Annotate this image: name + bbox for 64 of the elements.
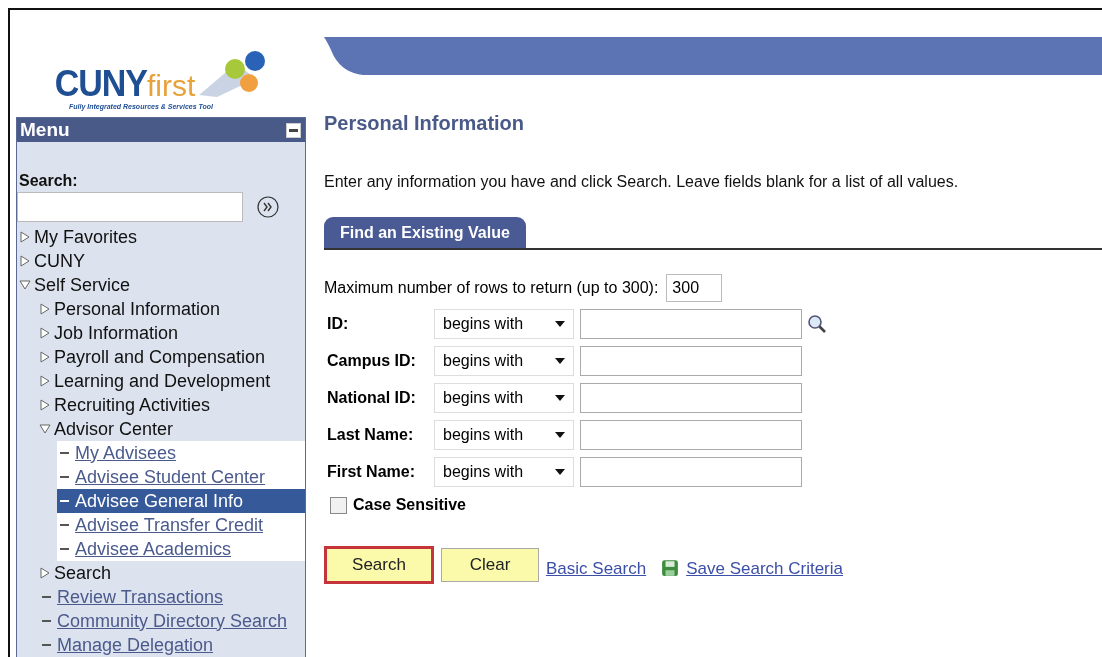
go-icon[interactable] [257, 196, 279, 218]
search-icon[interactable] [807, 314, 827, 334]
menu-folder[interactable]: Payroll and Compensation [54, 346, 266, 368]
collapsed-triangle-icon[interactable] [19, 255, 31, 267]
search-field[interactable] [17, 192, 243, 222]
caret-icon [555, 395, 565, 401]
link[interactable]: Save Search Criteria [686, 559, 843, 579]
search-label: Search: [18, 172, 79, 190]
caret-icon [555, 469, 565, 475]
collapse-icon[interactable] [286, 122, 301, 138]
field-label: Campus ID: [326, 352, 417, 370]
operator-dropdown[interactable]: begins with [434, 346, 574, 376]
caret-icon [555, 358, 565, 364]
menu-folder[interactable]: Search [54, 562, 112, 584]
menu-link[interactable]: Review Transactions [39, 586, 224, 608]
input-field[interactable] [580, 346, 802, 376]
field-label: National ID: [326, 389, 417, 407]
highlighted-button[interactable]: Search [324, 546, 434, 584]
menu-folder[interactable]: Job Information [54, 322, 179, 344]
collapsed-triangle-icon[interactable] [39, 375, 51, 387]
operator-dropdown[interactable]: begins with [434, 457, 574, 487]
field-label: First Name: [326, 463, 417, 481]
link[interactable]: Basic Search [546, 559, 647, 579]
menu-title: Menu [20, 119, 70, 141]
checkbox[interactable] [330, 496, 347, 514]
caret-icon [555, 321, 565, 327]
caret-icon [555, 432, 565, 438]
input-field[interactable] [580, 457, 802, 487]
menu-folder[interactable]: Recruiting Activities [54, 394, 211, 416]
collapsed-triangle-icon[interactable] [39, 303, 51, 315]
menu-link[interactable]: Manage Delegation [39, 634, 214, 656]
field-label: ID: [326, 315, 350, 333]
menu-folder[interactable]: My Favorites [34, 226, 138, 248]
menu-link[interactable]: Advisee General Info [57, 489, 305, 513]
operator-dropdown[interactable]: begins with [434, 420, 574, 450]
operator-dropdown[interactable]: begins with [434, 309, 574, 339]
expanded-triangle-icon[interactable] [39, 423, 51, 435]
menu-folder[interactable]: Personal Information [54, 298, 221, 320]
menu-folder[interactable]: Advisor Center [54, 418, 174, 440]
collapsed-triangle-icon[interactable] [39, 327, 51, 339]
menu-folder[interactable]: CUNY [34, 250, 85, 272]
input-field[interactable] [580, 383, 802, 413]
collapsed-triangle-icon[interactable] [19, 231, 31, 243]
tab[interactable]: Find an Existing Value [324, 217, 526, 248]
checkbox-label: Case Sensitive [353, 496, 466, 514]
button[interactable]: Clear [441, 548, 539, 582]
expanded-triangle-icon[interactable] [19, 279, 31, 291]
logo-text: CUNY [54, 62, 147, 104]
input-field[interactable] [580, 420, 802, 450]
instructions: Enter any information you have and click Search. Leave fields blank for a list of all values. [324, 173, 960, 191]
spheres-icon [197, 49, 268, 99]
collapsed-triangle-icon[interactable] [39, 351, 51, 363]
input-field[interactable] [580, 309, 802, 339]
field-label: Last Name: [326, 426, 415, 444]
menu-link[interactable]: Community Directory Search [39, 610, 288, 632]
collapsed-triangle-icon[interactable] [39, 567, 51, 579]
menu-folder[interactable]: Learning and Development [54, 370, 271, 392]
operator-dropdown[interactable]: begins with [434, 383, 574, 413]
field-label: Maximum number of rows to return (up to 300): [324, 279, 659, 297]
logo-text-accent: first [147, 69, 196, 103]
input-field[interactable]: 300 [666, 274, 723, 302]
menu-folder[interactable]: Self Service [34, 274, 131, 296]
page-title: Personal Information [324, 112, 526, 135]
collapsed-triangle-icon[interactable] [39, 399, 51, 411]
